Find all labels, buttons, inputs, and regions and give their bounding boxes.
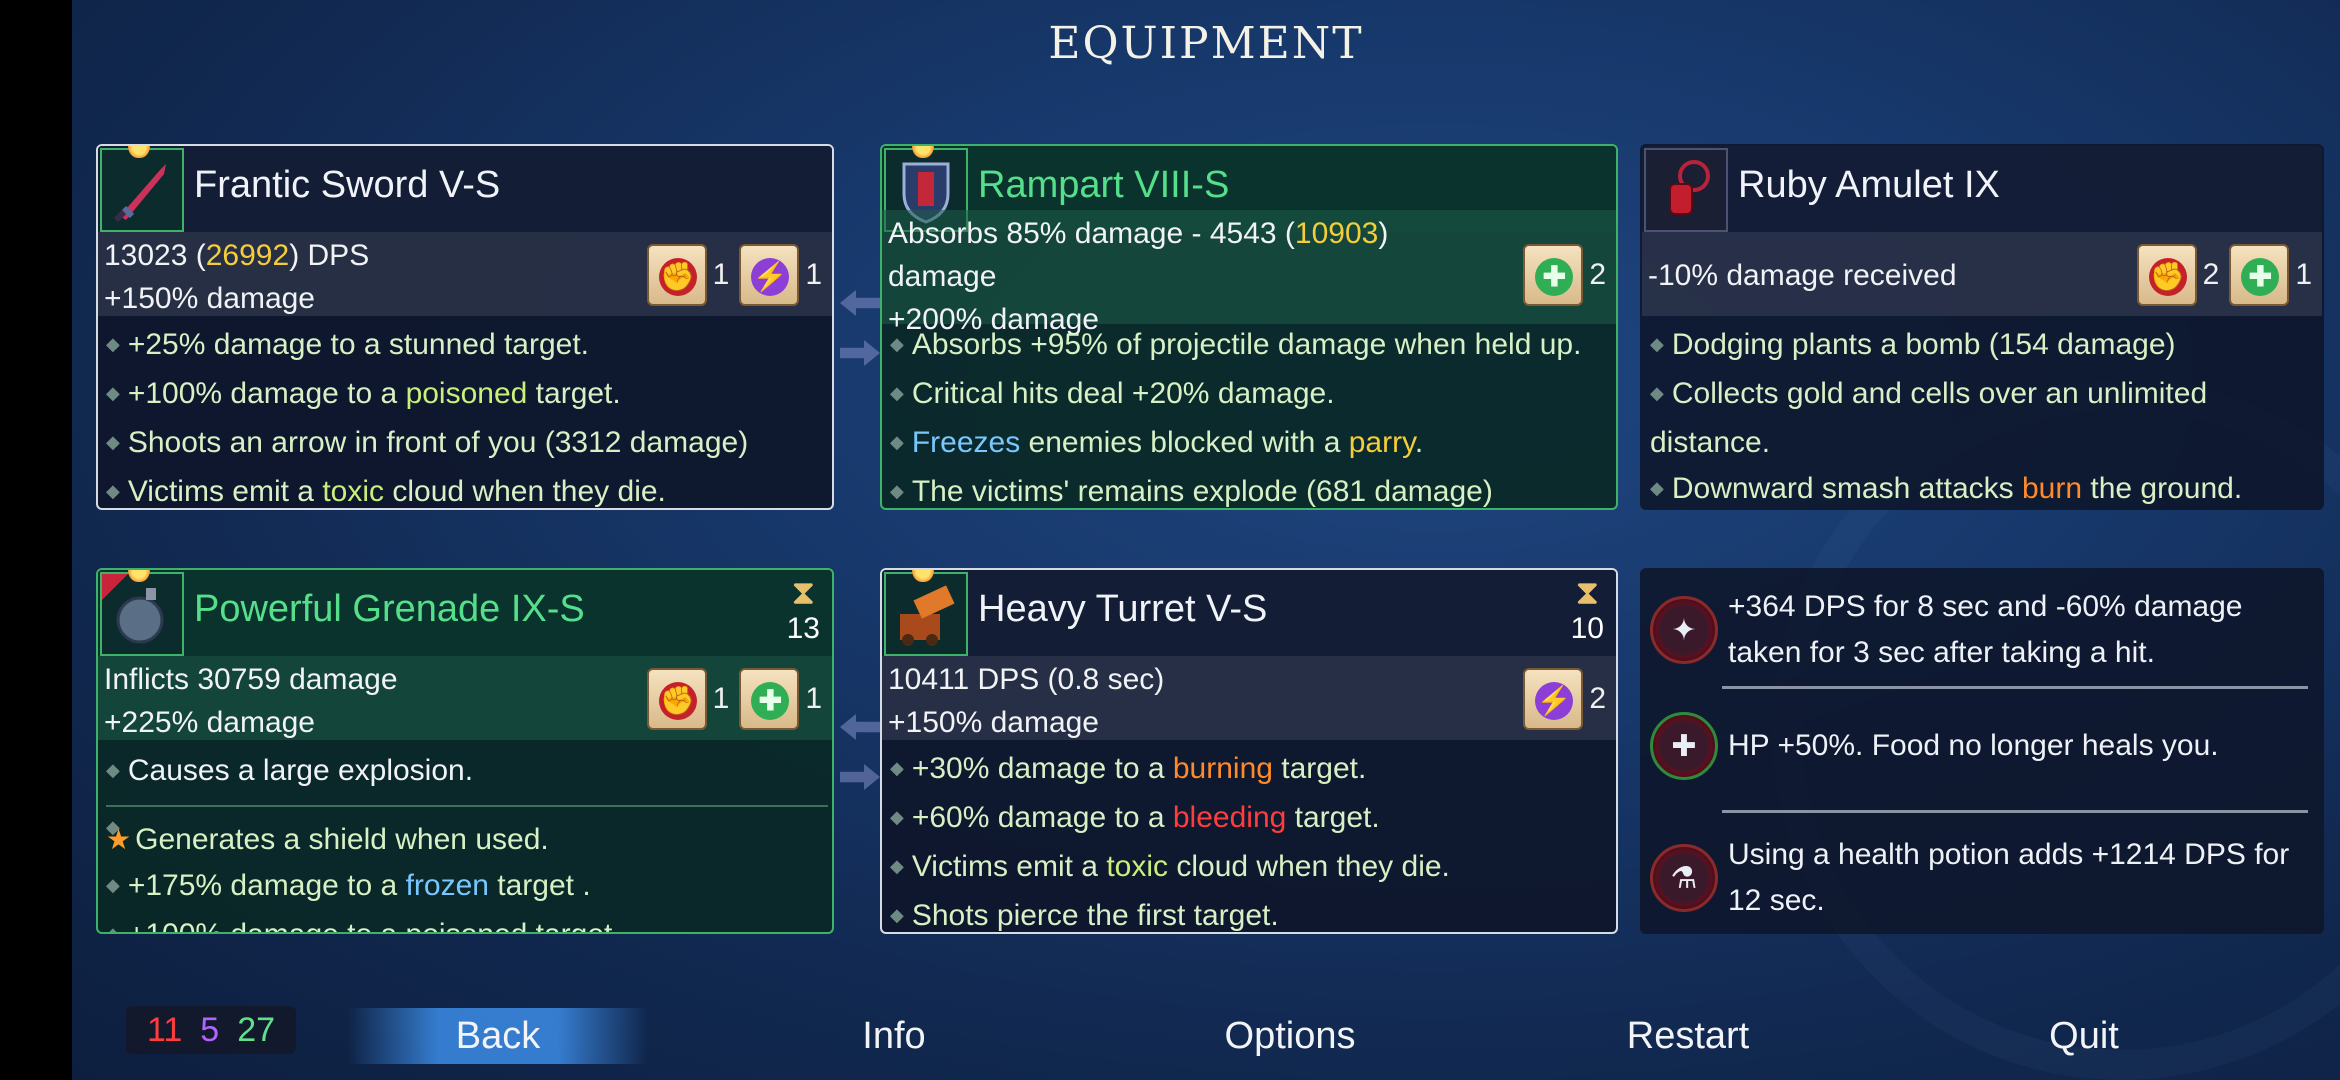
skill-card-powerful-grenade[interactable]: Powerful Grenade IX-S ⧗ 13 Inflicts 30759… [96, 568, 834, 934]
swap-left-arrow-icon[interactable] [840, 714, 880, 740]
amulet-card[interactable]: Ruby Amulet IX -10% damage received ✊ 2 ✚… [1640, 144, 2324, 510]
weapon-card-frantic-sword[interactable]: Frantic Sword V-S 13023 (26992) DPS +150… [96, 144, 834, 510]
survival-scroll: ✚ 1 [739, 668, 822, 730]
scroll-requirements: ⚡ 2 [1523, 668, 1606, 730]
effect-line: +100% damage to a poisoned target [106, 912, 828, 932]
item-effects: +25% damage to a stunned target. +100% d… [106, 322, 828, 508]
survival-scroll: ✚ 2 [1523, 244, 1606, 306]
damage-bonus: +150% damage [888, 706, 1099, 739]
heart-plus-icon: ✚ [1650, 712, 1718, 780]
effect-line: Critical hits deal +20% damage. [890, 371, 1612, 420]
scroll-requirements: ✊ 2 ✚ 1 [2136, 244, 2312, 306]
back-button[interactable]: Back [348, 1008, 648, 1064]
item-effects: Causes a large explosion. Generates a sh… [106, 748, 828, 932]
effect-line: Collects gold and cells over an unlimite… [1650, 371, 2318, 466]
item-stats: Absorbs 85% damage - 4543 (10903) damage… [882, 210, 1616, 336]
info-button[interactable]: Info [774, 1008, 1014, 1064]
mutation-item[interactable]: ✦ +364 DPS for 8 sec and -60% damage tak… [1642, 584, 2322, 676]
cooldown: ⧗ 13 [786, 574, 820, 645]
item-name: Heavy Turret V-S [978, 588, 1268, 630]
item-name: Ruby Amulet IX [1738, 164, 2000, 206]
item-name: Rampart VIII-S [978, 164, 1230, 206]
effect-line: Victims emit a toxic cloud when they die… [106, 469, 828, 508]
hourglass-icon: ⧗ [791, 574, 816, 612]
scroll-requirements: ✊ 1 ⚡ 1 [646, 244, 822, 306]
card-header: Ruby Amulet IX [1642, 146, 2322, 232]
tactics-count: 5 [200, 1010, 220, 1049]
effect-line: +60% damage to a bleeding target. [890, 795, 1612, 844]
item-stats: 10411 DPS (0.8 sec) +150% damage [882, 656, 1616, 740]
effect-line: Downward smash attacks burn the ground. [1650, 466, 2318, 508]
divider [106, 805, 828, 807]
card-header: Heavy Turret V-S ⧗ 10 [882, 570, 1616, 656]
mutations-panel: ✦ +364 DPS for 8 sec and -60% damage tak… [1640, 568, 2324, 934]
lightning-icon: ⚡ [1535, 682, 1574, 720]
effect-line: Generates a shield when used. [106, 817, 828, 863]
dps-line: 10411 DPS (0.8 sec) [888, 663, 1165, 696]
quit-button[interactable]: Quit [1964, 1008, 2204, 1064]
skill-card-heavy-turret[interactable]: Heavy Turret V-S ⧗ 10 10411 DPS (0.8 sec)… [880, 568, 1618, 934]
swap-right-arrow-icon[interactable] [840, 764, 880, 790]
brutality-scroll: ✊ 1 [646, 244, 729, 306]
skill-description: Causes a large explosion. [106, 748, 828, 797]
effect-line: Absorbs +95% of projectile damage when h… [890, 322, 1612, 371]
tactics-scroll: ⚡ 1 [739, 244, 822, 306]
restart-button[interactable]: Restart [1568, 1008, 1808, 1064]
cross-icon: ✚ [2241, 258, 2280, 296]
sword-icon [100, 148, 184, 232]
effect-line: Freezes enemies blocked with a parry. [890, 420, 1612, 469]
mutation-item[interactable]: ⚗ Using a health potion adds +1214 DPS f… [1642, 832, 2322, 924]
effect-line: Shots pierce the first target. [890, 893, 1612, 932]
bottom-bar: 11 5 27 Back Info Options Restart Quit [72, 996, 2340, 1080]
divider [1722, 686, 2308, 689]
potion-icon: ⚗ [1650, 844, 1718, 912]
item-name: Frantic Sword V-S [194, 164, 501, 206]
survival-scroll: ✚ 1 [2229, 244, 2312, 306]
turret-icon [884, 572, 968, 656]
fist-icon: ✊ [2148, 258, 2187, 296]
swap-left-arrow-icon[interactable] [840, 290, 880, 316]
brutality-scroll: ✊ 1 [646, 668, 729, 730]
item-name: Powerful Grenade IX-S [194, 588, 585, 630]
effect-line: +175% damage to a frozen target . [106, 863, 828, 912]
lightning-icon: ⚡ [751, 258, 790, 296]
effect-line: The victims' remains explode (681 damage… [890, 469, 1612, 508]
effect-line: +25% damage to a stunned target. [106, 322, 828, 371]
brutality-count: 11 [146, 1010, 183, 1049]
brutality-scroll: ✊ 2 [2136, 244, 2219, 306]
survival-count: 27 [237, 1010, 276, 1049]
amulet-icon [1644, 148, 1728, 232]
fist-icon: ✊ [658, 258, 697, 296]
shield-spikes-icon: ✦ [1650, 596, 1718, 664]
absorb-line: Absorbs 85% damage - 4543 (10903) [888, 217, 1389, 250]
absorb-line-2: damage [888, 260, 997, 293]
effect-line: +30% damage to a burning target. [890, 746, 1612, 795]
weapon-card-rampart[interactable]: Rampart VIII-S Absorbs 85% damage - 4543… [880, 144, 1618, 510]
card-header: Powerful Grenade IX-S ⧗ 13 [98, 570, 832, 656]
divider [1722, 810, 2308, 813]
fist-icon: ✊ [658, 682, 697, 720]
item-effects: +30% damage to a burning target. +60% da… [890, 746, 1612, 932]
options-button[interactable]: Options [1170, 1008, 1410, 1064]
effect-line: Shoots an arrow in front of you (3312 da… [106, 420, 828, 469]
tactics-scroll: ⚡ 2 [1523, 668, 1606, 730]
item-effects: Dodging plants a bomb (154 damage) Colle… [1650, 322, 2318, 508]
scroll-requirements: ✚ 2 [1523, 244, 1606, 306]
grenade-icon [100, 572, 184, 656]
cross-icon: ✚ [1535, 258, 1574, 296]
card-header: Frantic Sword V-S [98, 146, 832, 232]
page-title: EQUIPMENT [1048, 18, 1364, 69]
cooldown: ⧗ 10 [1570, 574, 1604, 645]
effect-line: Dodging plants a bomb (154 damage) [1650, 322, 2318, 371]
swap-right-arrow-icon[interactable] [840, 340, 880, 366]
hourglass-icon: ⧗ [1575, 574, 1600, 612]
cross-icon: ✚ [751, 682, 790, 720]
effect-line: Victims emit a toxic cloud when they die… [890, 844, 1612, 893]
equipment-screen: EQUIPMENT Frantic Sword V-S 13023 (26992… [72, 0, 2340, 1080]
scroll-requirements: ✊ 1 ✚ 1 [646, 668, 822, 730]
scroll-counts: 11 5 27 [126, 1006, 296, 1054]
item-effects: Absorbs +95% of projectile damage when h… [890, 322, 1612, 508]
mutation-item[interactable]: ✚ HP +50%. Food no longer heals you. [1642, 712, 2322, 780]
effect-line: +100% damage to a poisoned target. [106, 371, 828, 420]
